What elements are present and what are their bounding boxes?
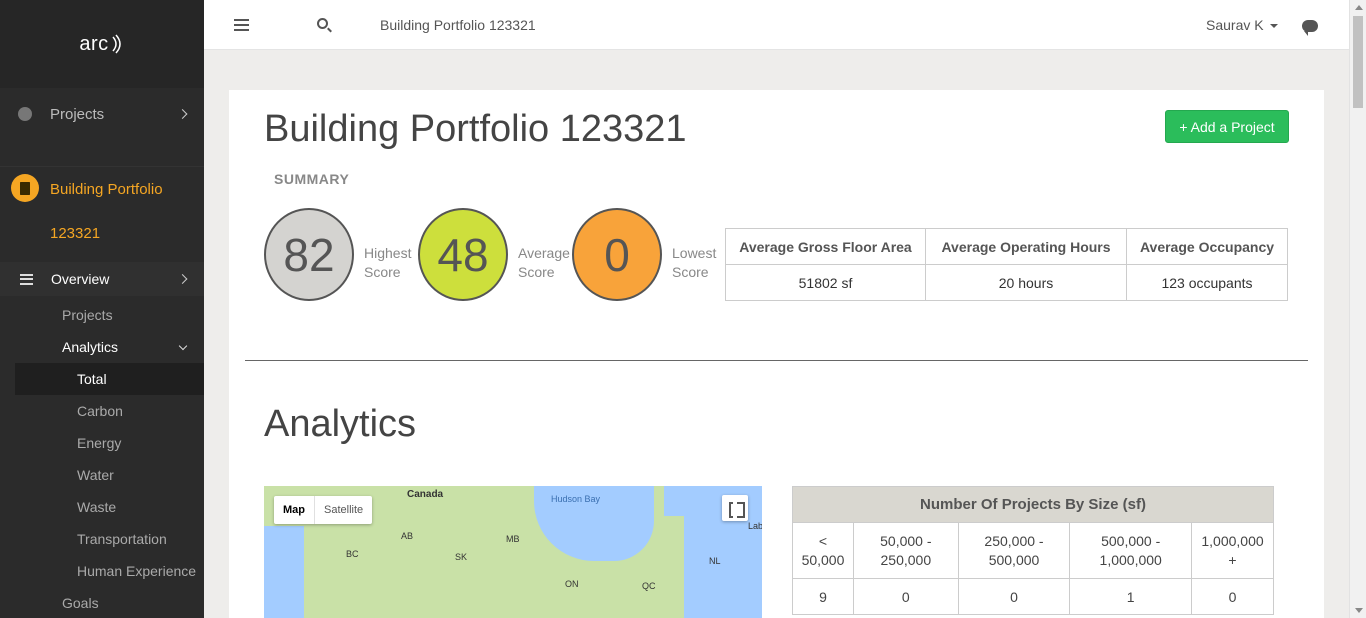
map-label-mb: MB (506, 534, 520, 544)
size-value-500k-1m: 1 (1069, 578, 1193, 615)
lowest-score-circle: 0 (572, 208, 662, 301)
size-header-250k-500k: 250,000 -500,000 (957, 522, 1071, 579)
logo-text: arc (79, 32, 109, 55)
sidebar-item-goals[interactable]: Goals (0, 587, 204, 618)
averages-table: Average Gross Floor Area Average Operati… (725, 228, 1288, 301)
map-label-nl: NL (709, 556, 721, 566)
summary-heading: SUMMARY (274, 171, 350, 187)
sidebar: arc Projects Building Portfolio 123321 O… (0, 0, 204, 618)
chat-icon[interactable] (1302, 20, 1318, 36)
sliders-icon (20, 273, 33, 285)
section-divider (245, 360, 1308, 361)
map-type-control: Map Satellite (274, 496, 373, 524)
search-icon[interactable] (317, 18, 328, 29)
average-score-circle: 48 (418, 208, 508, 301)
highest-score-circle: 82 (264, 208, 354, 301)
main-content: Building Portfolio 123321 + Add a Projec… (229, 90, 1324, 618)
arc-wave-icon (112, 34, 121, 54)
sidebar-item-human-experience[interactable]: Human Experience (0, 555, 204, 587)
avg-gfa-value: 51802 sf (725, 264, 926, 301)
lowest-score-label: Lowest Score (672, 245, 717, 280)
map-water-atlantic (684, 516, 762, 618)
sidebar-subnav: Projects Analytics Total Carbon Energy W… (0, 299, 204, 618)
size-header-lt-50k: <50,000 (792, 522, 854, 579)
portfolio-name-line2: 123321 (50, 225, 101, 242)
sidebar-item-projects-sub[interactable]: Projects (0, 299, 204, 331)
map-water-pacific (264, 526, 304, 618)
sidebar-item-projects[interactable]: Projects (0, 96, 204, 132)
map-view-button[interactable]: Map (274, 496, 315, 524)
avg-occupancy-value: 123 occupants (1126, 264, 1288, 301)
map-label-canada: Canada (407, 489, 444, 500)
chevron-right-icon (177, 109, 188, 119)
size-value-1m-plus: 0 (1191, 578, 1274, 615)
size-value-lt-50k: 9 (792, 578, 854, 615)
fullscreen-icon[interactable] (722, 495, 748, 521)
scrollbar-thumb[interactable] (1353, 16, 1363, 108)
sidebar-item-water[interactable]: Water (0, 459, 204, 491)
sidebar-divider (0, 166, 204, 167)
avg-hours-value: 20 hours (925, 264, 1127, 301)
sidebar-item-total[interactable]: Total (15, 363, 204, 395)
hamburger-menu-icon[interactable] (234, 19, 249, 31)
sidebar-item-label: Projects (50, 105, 105, 123)
caret-down-icon (1269, 24, 1278, 29)
size-header-50k-250k: 50,000 -250,000 (852, 522, 959, 579)
user-menu[interactable]: Saurav K (1206, 17, 1278, 33)
avg-hours-header: Average Operating Hours (925, 228, 1127, 265)
size-header-500k-1m: 500,000 -1,000,000 (1069, 522, 1193, 579)
avg-occupancy-header: Average Occupancy (1126, 228, 1288, 265)
add-project-button[interactable]: + Add a Project (1165, 110, 1289, 143)
scroll-up-arrow-icon[interactable] (1355, 5, 1363, 10)
size-value-250k-500k: 0 (957, 578, 1071, 615)
chevron-down-icon (178, 341, 188, 351)
breadcrumb-title: Building Portfolio 123321 (380, 17, 536, 33)
sidebar-item-transportation[interactable]: Transportation (0, 523, 204, 555)
map-label-hudson-bay: Hudson Bay (551, 494, 601, 504)
arc-logo[interactable]: arc (0, 0, 204, 88)
avg-gfa-header: Average Gross Floor Area (725, 228, 926, 265)
map-label-on: ON (565, 579, 579, 589)
size-table-caption: Number Of Projects By Size (sf) (792, 486, 1274, 523)
building-icon (11, 174, 39, 202)
map-label-bc: BC (346, 549, 359, 559)
projects-by-size-table: Number Of Projects By Size (sf) <50,000 … (792, 486, 1274, 615)
size-value-50k-250k: 0 (852, 578, 959, 615)
analytics-heading: Analytics (264, 403, 417, 445)
page-scrollbar[interactable] (1349, 0, 1366, 618)
top-bar: Building Portfolio 123321 Saurav K (204, 0, 1349, 50)
projects-map[interactable]: Canada Hudson Bay AB BC SK MB ON QC NL L… (264, 486, 762, 618)
average-score-label: Average Score (518, 245, 570, 280)
sidebar-item-label: Overview (51, 271, 110, 287)
chevron-right-icon (177, 274, 188, 284)
portfolio-name-line1: Building Portfolio (50, 181, 163, 198)
sidebar-item-energy[interactable]: Energy (0, 427, 204, 459)
sidebar-item-carbon[interactable]: Carbon (0, 395, 204, 427)
map-label-lab: Lab (748, 521, 762, 531)
map-label-ab: AB (401, 531, 414, 541)
highest-score-label: Highest Score (364, 245, 412, 280)
size-header-1m-plus: 1,000,000 + (1191, 522, 1274, 579)
user-name: Saurav K (1206, 17, 1264, 33)
page-title: Building Portfolio 123321 (264, 108, 687, 150)
map-label-sk: SK (455, 552, 468, 562)
sidebar-item-overview[interactable]: Overview (0, 262, 204, 296)
scroll-down-arrow-icon[interactable] (1355, 608, 1363, 613)
globe-icon (18, 107, 32, 121)
sidebar-item-waste[interactable]: Waste (0, 491, 204, 523)
map-label-qc: QC (642, 581, 656, 591)
satellite-view-button[interactable]: Satellite (315, 496, 372, 524)
sidebar-item-analytics[interactable]: Analytics (0, 331, 204, 363)
